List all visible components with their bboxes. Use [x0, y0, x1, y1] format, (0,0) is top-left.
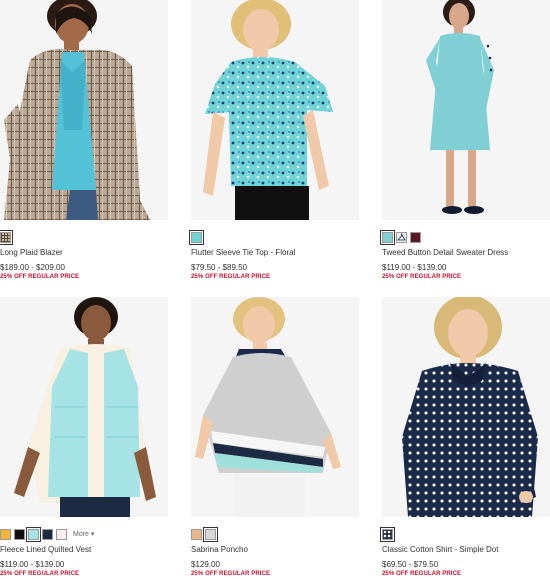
color-swatches: [380, 229, 421, 245]
promo-text: 25% OFF REGULAR PRICE: [382, 274, 462, 280]
promo-text: 25% OFF REGULAR PRICE: [191, 274, 271, 280]
product-price: $129.00: [191, 560, 220, 569]
color-swatch[interactable]: [26, 526, 41, 542]
color-swatch[interactable]: [380, 526, 395, 542]
color-swatch[interactable]: [0, 528, 11, 540]
color-swatch[interactable]: [189, 229, 204, 245]
product-name[interactable]: Fleece Lined Quilted Vest: [0, 545, 91, 554]
color-swatch[interactable]: [42, 528, 53, 540]
product-image[interactable]: [191, 297, 359, 517]
product-name[interactable]: Tweed Button Detail Sweater Dress: [382, 248, 508, 257]
color-swatch[interactable]: [56, 528, 67, 540]
color-swatches: [380, 526, 395, 542]
product-name[interactable]: Sabrina Poncho: [191, 545, 248, 554]
product-price: $79.50 - $89.50: [191, 263, 248, 272]
color-swatch[interactable]: [396, 231, 407, 243]
product-image[interactable]: [382, 297, 550, 517]
product-name[interactable]: Long Plaid Blazer: [0, 248, 63, 257]
more-colors-link[interactable]: More ▾: [73, 530, 94, 538]
promo-text: 25% OFF REGULAR PRICE: [191, 571, 271, 577]
color-swatch[interactable]: [0, 229, 13, 245]
promo-text: 25% OFF REGULAR PRICE: [0, 274, 80, 280]
product-price: $69.50 - $79.50: [382, 560, 439, 569]
color-swatches: [189, 229, 204, 245]
color-swatch[interactable]: [14, 528, 25, 540]
product-name[interactable]: Classic Cotton Shirt - Simple Dot: [382, 545, 498, 554]
color-swatches: More ▾: [0, 526, 94, 542]
product-image[interactable]: [382, 0, 550, 220]
color-swatch[interactable]: [191, 528, 202, 540]
color-swatch[interactable]: [203, 526, 218, 542]
product-image[interactable]: [0, 0, 168, 220]
color-swatches: [191, 526, 218, 542]
promo-text: 25% OFF REGULAR PRICE: [0, 571, 80, 577]
product-price: $119.00 - $139.00: [382, 263, 447, 272]
color-swatch[interactable]: [380, 229, 395, 245]
color-swatches: [0, 229, 13, 245]
product-price: $189.00 - $209.00: [0, 263, 65, 272]
product-name[interactable]: Flutter Sleeve Tie Top - Floral: [191, 248, 295, 257]
more-colors-label: More: [73, 531, 89, 538]
product-price: $119.00 - $139.00: [0, 560, 65, 569]
product-image[interactable]: [0, 297, 168, 517]
color-swatch[interactable]: [410, 231, 421, 243]
product-grid: Long Plaid Blazer $189.00 - $209.00 25% …: [0, 0, 550, 581]
product-image[interactable]: [191, 0, 359, 220]
chevron-down-icon: ▾: [90, 531, 95, 538]
promo-text: 25% OFF REGULAR PRICE: [382, 571, 462, 577]
